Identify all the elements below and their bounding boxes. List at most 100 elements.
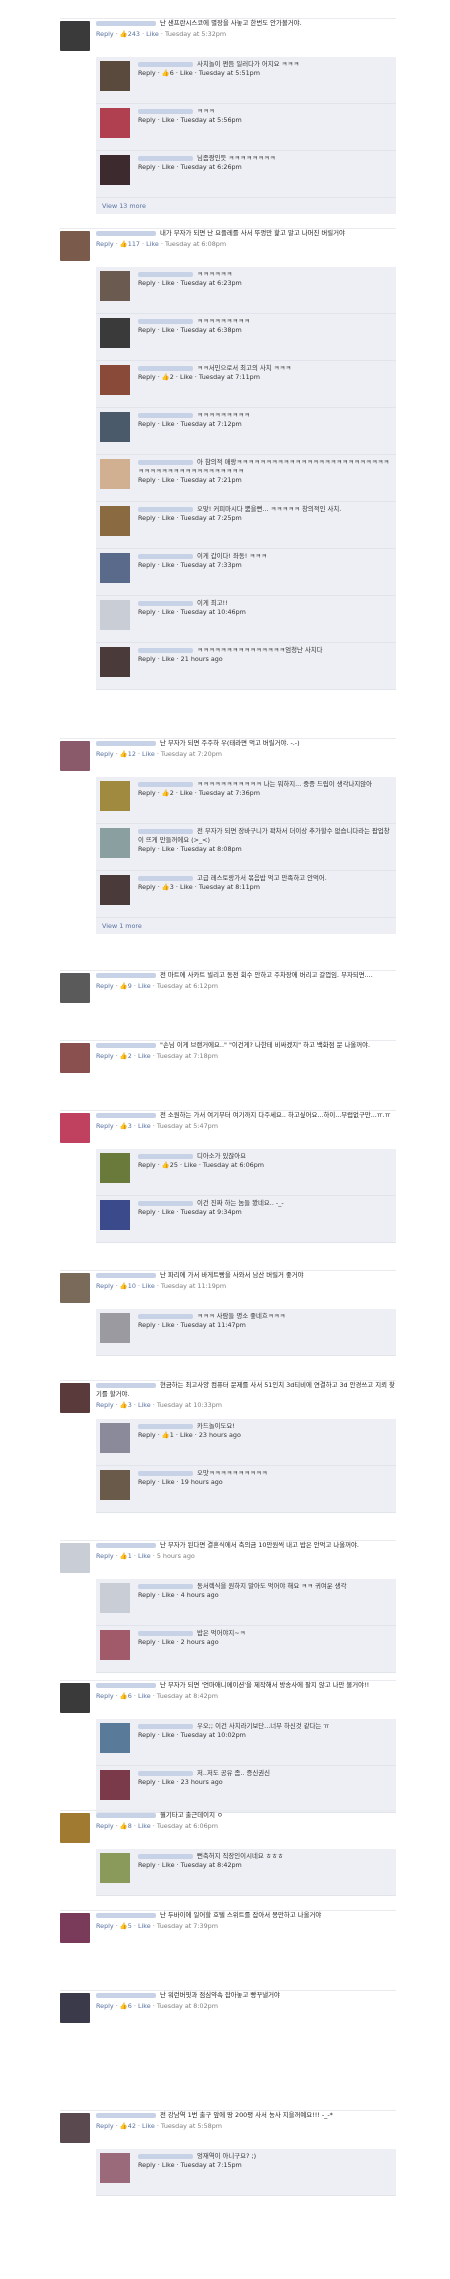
like-count[interactable]: 👍2	[120, 1052, 132, 1060]
like-link[interactable]: Like	[162, 326, 175, 334]
like-link[interactable]: Like	[138, 982, 151, 990]
author-name[interactable]	[138, 875, 193, 881]
reply-link[interactable]: Reply	[96, 2122, 114, 2130]
like-link[interactable]: Like	[180, 883, 193, 891]
like-link[interactable]: Like	[162, 279, 175, 287]
avatar[interactable]	[100, 1153, 130, 1183]
avatar[interactable]	[60, 1913, 90, 1943]
like-link[interactable]: Like	[184, 1161, 197, 1169]
like-link[interactable]: Like	[162, 163, 175, 171]
author-name[interactable]	[138, 1470, 193, 1476]
reply-link[interactable]: Reply	[96, 1282, 114, 1290]
like-link[interactable]: Like	[138, 1552, 151, 1560]
reply-link[interactable]: Reply	[138, 1431, 156, 1439]
author-name[interactable]	[96, 1912, 156, 1918]
author-name[interactable]	[96, 972, 156, 978]
avatar[interactable]	[100, 647, 130, 677]
avatar[interactable]	[100, 1630, 130, 1660]
like-link[interactable]: Like	[162, 1208, 175, 1216]
avatar[interactable]	[100, 1423, 130, 1453]
avatar[interactable]	[60, 741, 90, 771]
like-link[interactable]: Like	[138, 1822, 151, 1830]
like-link[interactable]: Like	[162, 561, 175, 569]
author-name[interactable]	[138, 318, 193, 324]
avatar[interactable]	[60, 231, 90, 261]
like-link[interactable]: Like	[180, 789, 193, 797]
like-count[interactable]: 👍6	[120, 1692, 132, 1700]
avatar[interactable]	[100, 1853, 130, 1883]
reply-link[interactable]: Reply	[138, 1731, 156, 1739]
like-link[interactable]: Like	[146, 240, 159, 248]
like-link[interactable]: Like	[162, 420, 175, 428]
avatar[interactable]	[100, 1770, 130, 1800]
avatar[interactable]	[100, 271, 130, 301]
author-name[interactable]	[138, 1153, 193, 1159]
avatar[interactable]	[60, 1683, 90, 1713]
author-name[interactable]	[138, 61, 193, 67]
avatar[interactable]	[100, 365, 130, 395]
author-name[interactable]	[138, 553, 193, 559]
view-more-replies-link[interactable]: View 13 more	[96, 198, 396, 214]
reply-link[interactable]: Reply	[96, 1052, 114, 1060]
avatar[interactable]	[100, 318, 130, 348]
author-name[interactable]	[138, 828, 193, 834]
reply-link[interactable]: Reply	[96, 1401, 114, 1409]
avatar[interactable]	[100, 1723, 130, 1753]
reply-link[interactable]: Reply	[96, 240, 114, 248]
reply-link[interactable]: Reply	[138, 420, 156, 428]
like-link[interactable]: Like	[162, 2161, 175, 2169]
avatar[interactable]	[100, 553, 130, 583]
like-link[interactable]: Like	[142, 2122, 155, 2130]
author-name[interactable]	[96, 1542, 156, 1548]
reply-link[interactable]: Reply	[96, 1122, 114, 1130]
author-name[interactable]	[96, 1382, 156, 1388]
reply-link[interactable]: Reply	[138, 326, 156, 334]
reply-link[interactable]: Reply	[96, 1822, 114, 1830]
author-name[interactable]	[138, 506, 193, 512]
author-name[interactable]	[138, 1770, 193, 1776]
reply-link[interactable]: Reply	[138, 69, 156, 77]
avatar[interactable]	[100, 1200, 130, 1230]
like-link[interactable]: Like	[142, 1282, 155, 1290]
author-name[interactable]	[138, 1583, 193, 1589]
reply-link[interactable]: Reply	[138, 279, 156, 287]
like-link[interactable]: Like	[162, 1321, 175, 1329]
like-link[interactable]: Like	[162, 1638, 175, 1646]
avatar[interactable]	[100, 781, 130, 811]
reply-link[interactable]: Reply	[96, 982, 114, 990]
reply-link[interactable]: Reply	[96, 2002, 114, 2010]
reply-link[interactable]: Reply	[138, 1861, 156, 1869]
avatar[interactable]	[100, 459, 130, 489]
like-link[interactable]: Like	[162, 116, 175, 124]
reply-link[interactable]: Reply	[138, 845, 156, 853]
author-name[interactable]	[138, 412, 193, 418]
avatar[interactable]	[60, 1113, 90, 1143]
avatar[interactable]	[100, 61, 130, 91]
like-count[interactable]: 👍25	[162, 1161, 178, 1169]
author-name[interactable]	[138, 271, 193, 277]
avatar[interactable]	[60, 1383, 90, 1413]
reply-link[interactable]: Reply	[96, 1552, 114, 1560]
author-name[interactable]	[138, 365, 193, 371]
like-count[interactable]: 👍2	[162, 789, 174, 797]
like-count[interactable]: 👍243	[120, 30, 140, 38]
like-link[interactable]: Like	[146, 30, 159, 38]
author-name[interactable]	[96, 1042, 156, 1048]
like-link[interactable]: Like	[162, 1478, 175, 1486]
author-name[interactable]	[96, 1272, 156, 1278]
view-more-replies-link[interactable]: View 1 more	[96, 918, 396, 934]
avatar[interactable]	[100, 1583, 130, 1613]
author-name[interactable]	[138, 1853, 193, 1859]
reply-link[interactable]: Reply	[138, 561, 156, 569]
like-link[interactable]: Like	[162, 1591, 175, 1599]
author-name[interactable]	[138, 1313, 193, 1319]
reply-link[interactable]: Reply	[138, 514, 156, 522]
avatar[interactable]	[100, 155, 130, 185]
like-link[interactable]: Like	[180, 1431, 193, 1439]
reply-link[interactable]: Reply	[138, 476, 156, 484]
author-name[interactable]	[138, 1423, 193, 1429]
reply-link[interactable]: Reply	[96, 1922, 114, 1930]
author-name[interactable]	[138, 2153, 193, 2159]
reply-link[interactable]: Reply	[96, 750, 114, 758]
avatar[interactable]	[100, 600, 130, 630]
